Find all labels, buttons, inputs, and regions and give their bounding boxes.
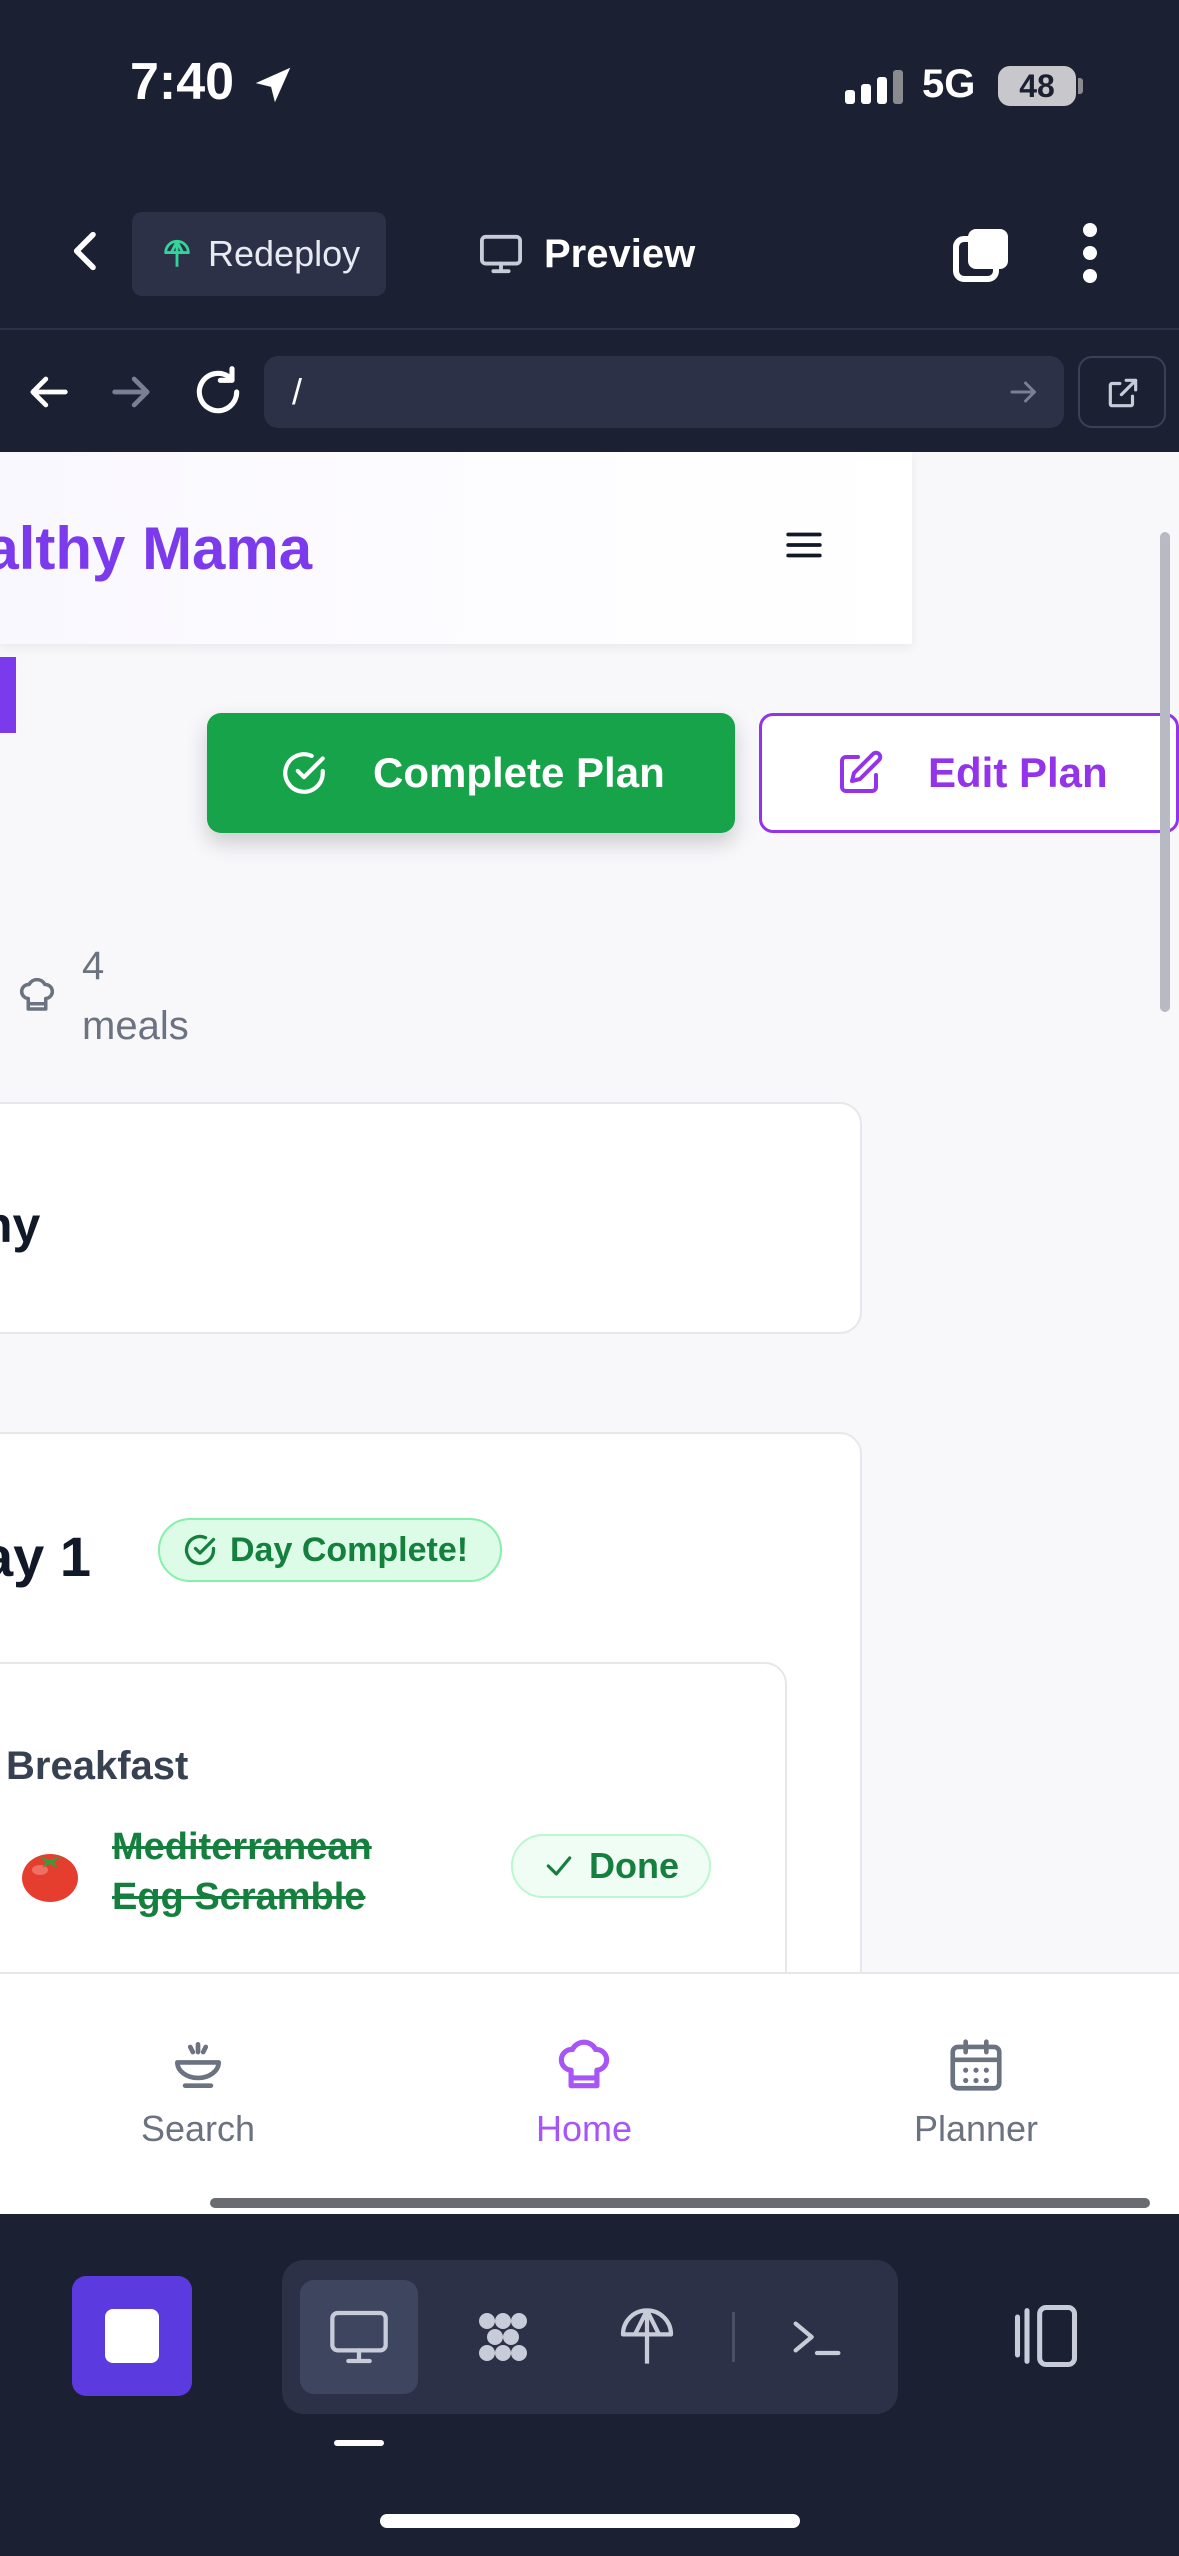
check-circle-icon xyxy=(184,1534,216,1566)
meals-count-unit: meals xyxy=(82,1004,189,1048)
site-title[interactable]: ealthy Mama xyxy=(0,514,312,583)
browser-forward-icon[interactable] xyxy=(106,366,158,418)
tool-divider xyxy=(732,2312,735,2362)
day-complete-badge: Day Complete! xyxy=(158,1518,503,1582)
signal-icon xyxy=(845,70,903,104)
tool-deployments[interactable] xyxy=(588,2280,706,2394)
monitor-icon xyxy=(330,2310,388,2364)
day-title: ay 1 xyxy=(0,1525,91,1588)
app-toolbar: Redeploy Preview xyxy=(0,175,1179,330)
nav-item-planner[interactable]: Planner xyxy=(856,2034,1096,2150)
preview-tab[interactable]: Preview xyxy=(478,212,695,296)
browser-back-icon[interactable] xyxy=(22,366,74,418)
nav-item-search[interactable]: Search xyxy=(78,2034,318,2150)
vertical-scrollbar[interactable] xyxy=(1160,532,1170,1012)
more-vertical-icon[interactable] xyxy=(1070,220,1110,286)
day-complete-label: Day Complete! xyxy=(230,1530,469,1569)
reload-icon[interactable] xyxy=(190,364,246,420)
bottom-nav: Search Home Planner xyxy=(0,1972,1179,2214)
complete-plan-button[interactable]: Complete Plan xyxy=(207,713,735,833)
monitor-icon xyxy=(480,234,522,274)
packages-icon xyxy=(479,2313,527,2361)
open-external-button[interactable] xyxy=(1078,356,1166,428)
nav-item-home[interactable]: Home xyxy=(464,2034,704,2150)
deploy-icon xyxy=(620,2308,674,2364)
stop-icon xyxy=(105,2309,159,2363)
tool-preview[interactable] xyxy=(300,2280,418,2394)
battery-tip xyxy=(1078,78,1083,94)
edit-icon xyxy=(840,750,883,793)
url-input[interactable]: / xyxy=(264,356,1064,428)
go-arrow-icon[interactable] xyxy=(1006,374,1042,410)
home-indicator[interactable] xyxy=(380,2514,800,2528)
location-arrow-icon xyxy=(255,67,291,103)
plan-info-text: hy xyxy=(0,1197,41,1253)
plan-info-card: hy xyxy=(0,1102,862,1334)
meals-count: 4 meals xyxy=(82,936,189,1056)
calendar-icon xyxy=(950,2039,1002,2091)
meal-done-badge[interactable]: Done xyxy=(511,1834,711,1898)
check-icon xyxy=(546,1856,572,1876)
web-preview: ealthy Mama Complete Plan Edit Plan 4 me… xyxy=(0,452,1179,2214)
meals-count-number: 4 xyxy=(82,944,105,988)
stop-button[interactable] xyxy=(72,2276,192,2396)
network-type: 5G xyxy=(922,62,976,106)
meal-type: Breakfast xyxy=(6,1744,189,1788)
tool-group xyxy=(282,2260,898,2414)
external-link-icon xyxy=(1108,378,1138,408)
complete-plan-label: Complete Plan xyxy=(373,749,665,796)
url-bar: / xyxy=(0,330,1179,452)
terminal-icon xyxy=(793,2321,841,2356)
nav-home-label: Home xyxy=(535,2108,633,2149)
url-text: / xyxy=(292,371,303,412)
tabs-icon[interactable] xyxy=(950,223,1014,287)
chef-hat-icon xyxy=(558,2039,610,2089)
hamburger-menu-icon[interactable] xyxy=(783,524,825,566)
horizontal-scrollbar[interactable] xyxy=(210,2198,1150,2208)
redeploy-button[interactable]: Redeploy xyxy=(132,212,386,296)
active-tool-indicator xyxy=(334,2440,384,2446)
preview-label: Preview xyxy=(544,231,696,276)
title-accent-bar xyxy=(0,657,16,733)
site-header: ealthy Mama xyxy=(0,452,912,644)
meal-name[interactable]: Mediterranean Egg Scramble xyxy=(112,1822,442,1922)
edit-plan-label: Edit Plan xyxy=(928,749,1108,796)
chef-hat-icon xyxy=(19,977,55,1011)
back-chevron-icon[interactable] xyxy=(58,223,114,279)
status-bar: 7:40 5G 48 xyxy=(0,0,1179,175)
ide-bottom-bar xyxy=(0,2214,1179,2556)
tool-packages[interactable] xyxy=(444,2280,562,2394)
check-circle-icon xyxy=(283,752,325,794)
status-time: 7:40 xyxy=(130,53,235,111)
nav-search-label: Search xyxy=(140,2108,256,2149)
redeploy-label: Redeploy xyxy=(208,233,361,274)
edit-plan-button[interactable]: Edit Plan xyxy=(759,713,1179,833)
panel-toggle-icon[interactable] xyxy=(1008,2298,1084,2374)
tomato-icon xyxy=(22,1854,78,1902)
deploy-icon xyxy=(164,239,190,267)
battery-icon: 48 xyxy=(998,66,1076,106)
meal-done-label: Done xyxy=(589,1845,679,1886)
tool-shell[interactable] xyxy=(758,2280,876,2394)
nav-planner-label: Planner xyxy=(913,2108,1039,2149)
bowl-search-icon xyxy=(175,2042,221,2088)
